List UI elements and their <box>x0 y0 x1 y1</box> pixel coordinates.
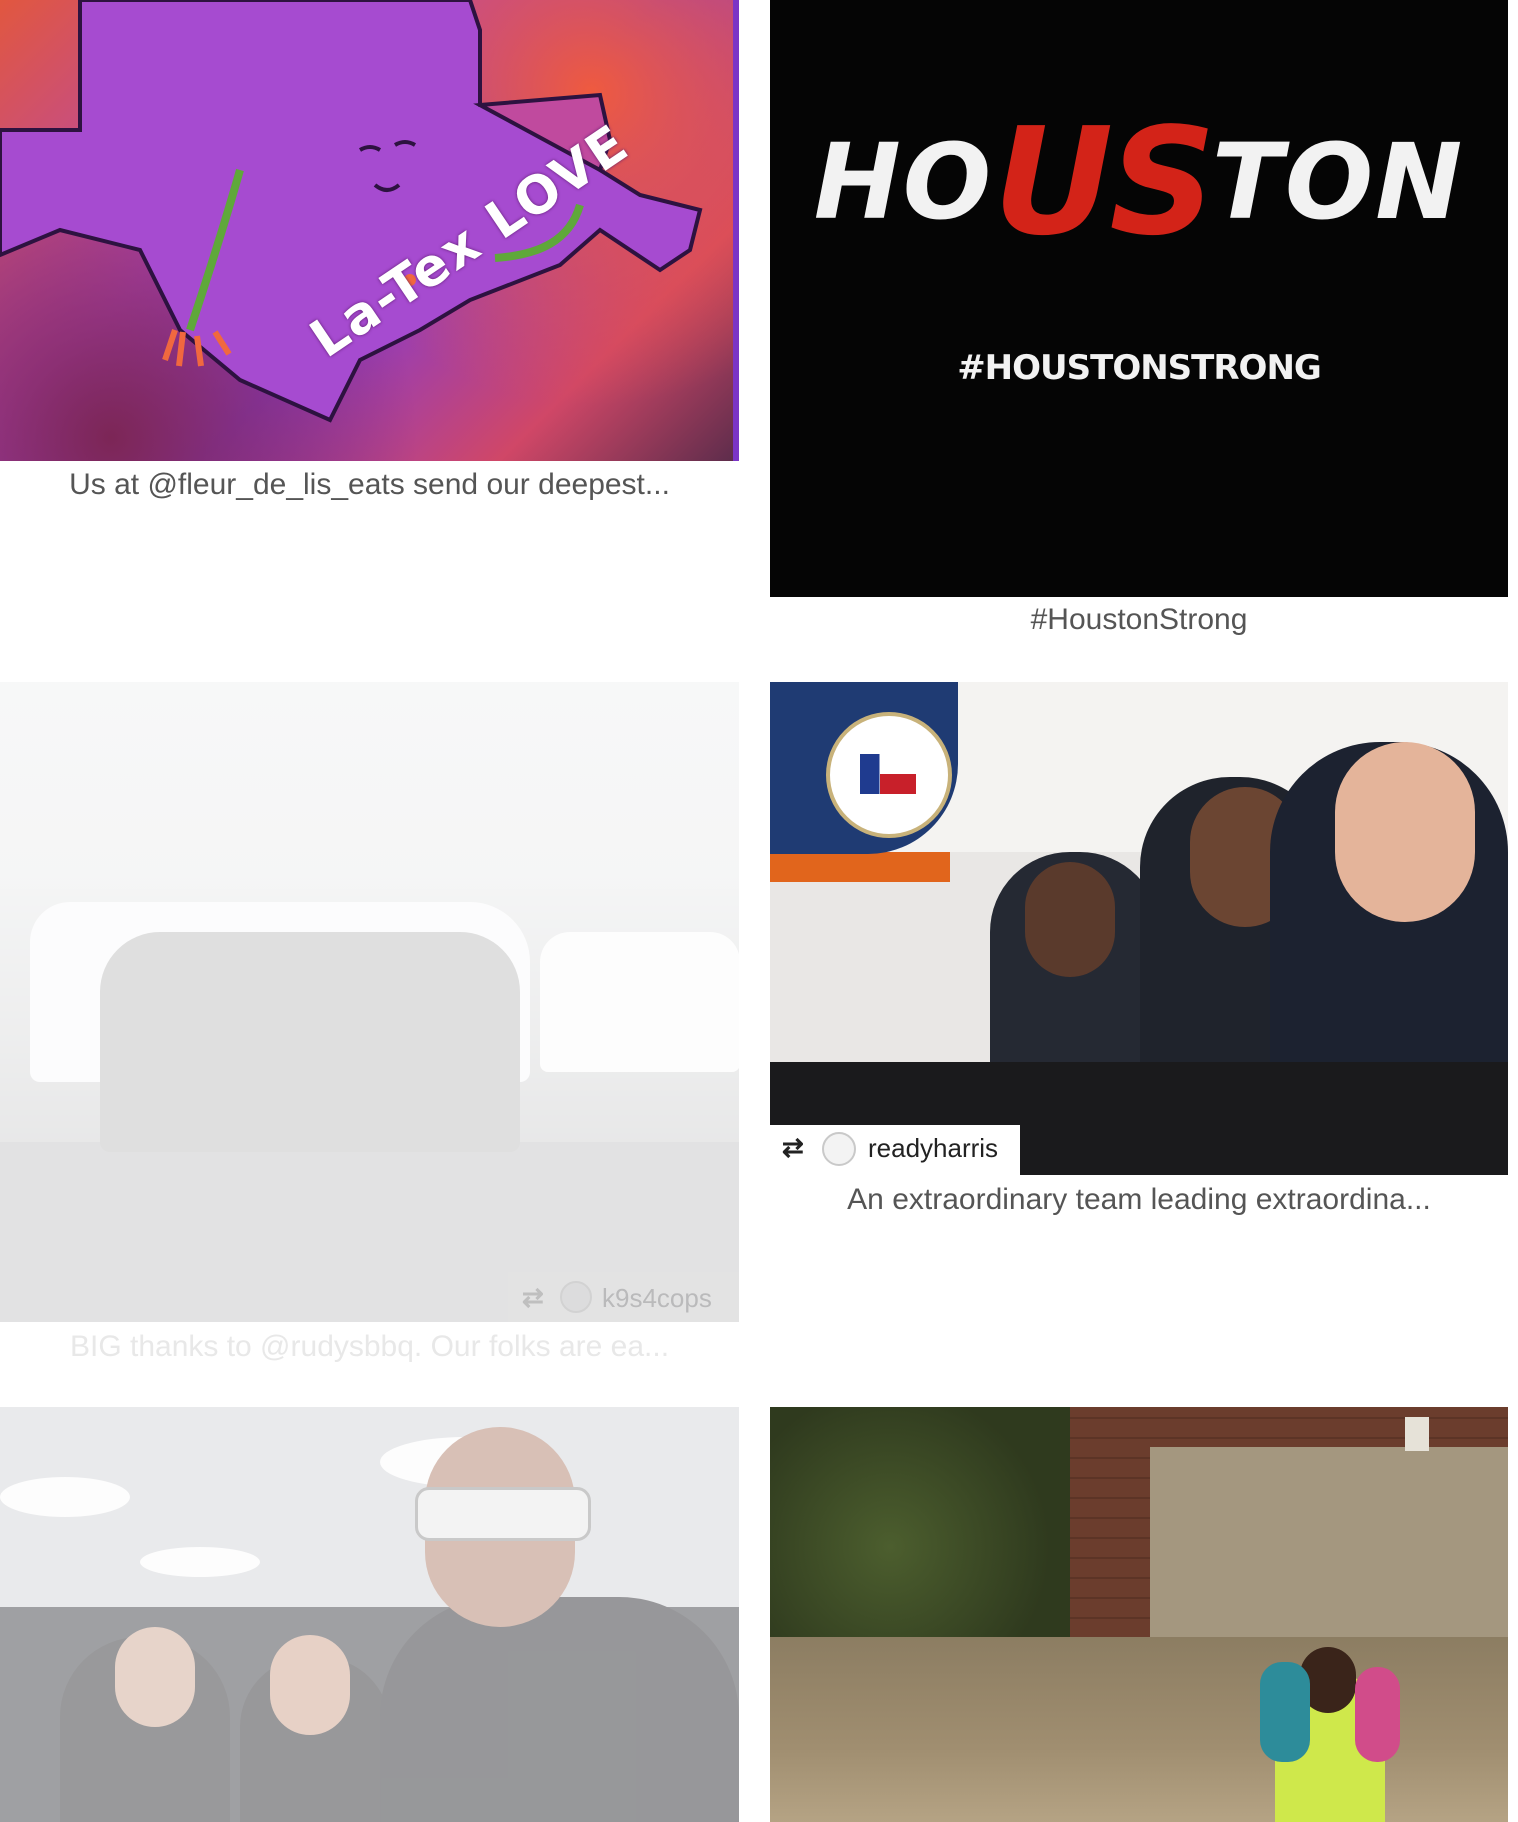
houston-wordmark: HOUSTON <box>770 96 1508 268</box>
post-image-ops-center[interactable]: ⇄ readyharris <box>770 682 1508 1175</box>
repost-tag[interactable]: ⇄ readyharris <box>770 1125 1020 1175</box>
texas-louisiana-illustration <box>0 0 703 423</box>
post-caption[interactable]: Us at @fleur_de_lis_eats send our deepes… <box>0 468 739 502</box>
county-badge <box>770 682 958 854</box>
post-image-flood-rescue[interactable] <box>770 1407 1508 1822</box>
post-image-ambulance-selfie[interactable] <box>0 1407 739 1822</box>
orange-wall-stripe <box>770 852 950 882</box>
child-right <box>1355 1667 1400 1762</box>
county-seal-icon <box>826 712 952 838</box>
garage-door <box>1150 1447 1508 1647</box>
avatar <box>822 1132 856 1166</box>
repost-username: readyharris <box>868 1133 999 1163</box>
fade-overlay <box>0 1407 739 1822</box>
image-edge <box>733 0 739 461</box>
child-left <box>1260 1662 1310 1762</box>
post-caption[interactable]: #HoustonStrong <box>770 603 1508 637</box>
wall-lamp <box>1405 1417 1429 1451</box>
post-image-team-photo[interactable] <box>0 682 739 1322</box>
wordmark-ho: HO <box>813 121 994 243</box>
repost-icon: ⇄ <box>522 1282 544 1312</box>
group-of-people <box>100 932 520 1152</box>
post-caption[interactable]: An extraordinary team leading extraordin… <box>770 1183 1508 1217</box>
repost-tag[interactable]: ⇄ k9s4cops <box>508 1272 739 1322</box>
flag-red-stripe <box>880 774 916 794</box>
post-image-latex-love[interactable]: La-Tex LOVE <box>0 0 739 461</box>
avatar <box>560 1281 592 1313</box>
post-caption[interactable]: BIG thanks to @rudysbbq. Our folks are e… <box>0 1330 739 1364</box>
wordmark-us: US <box>993 96 1216 268</box>
wordmark-ton: TON <box>1211 121 1465 243</box>
face-left <box>1025 862 1115 977</box>
image-hashtag: #HOUSTONSTRONG <box>957 348 1322 388</box>
repost-icon: ⇄ <box>782 1132 804 1162</box>
repost-username: k9s4cops <box>602 1283 712 1313</box>
police-car-shape <box>540 932 739 1072</box>
face-right <box>1335 742 1475 922</box>
post-image-houston-strong[interactable]: HOUSTON #HOUSTONSTRONG <box>770 0 1508 597</box>
